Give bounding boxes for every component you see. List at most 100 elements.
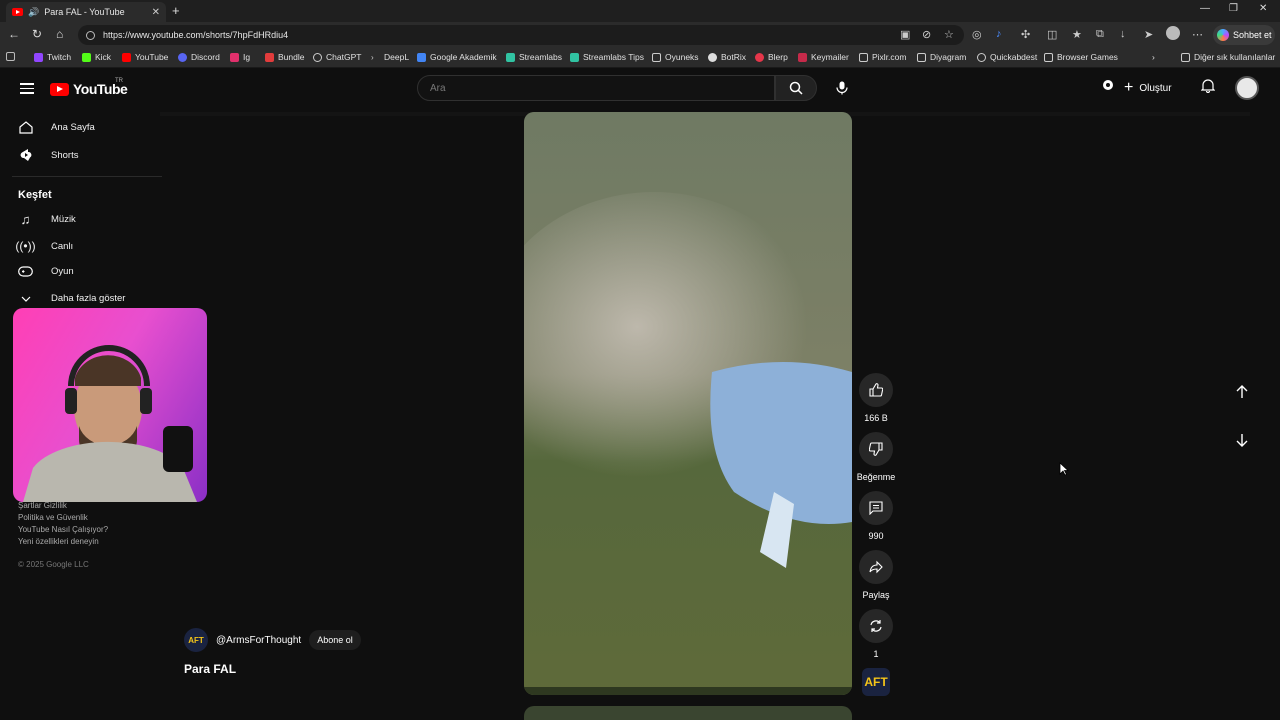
send-icon[interactable]: ➤	[1144, 28, 1153, 41]
studio-button[interactable]	[1101, 78, 1115, 92]
downloads-icon[interactable]: ↓	[1120, 28, 1126, 40]
dislike-button[interactable]: Beğenme	[856, 432, 896, 482]
minimize-icon[interactable]: —	[1200, 3, 1210, 14]
channel-handle[interactable]: @ArmsForThought	[216, 635, 301, 646]
sidebar-item-gaming[interactable]: Oyun	[18, 266, 74, 277]
shorts-video-player[interactable]	[524, 112, 852, 695]
voice-search-button[interactable]	[828, 74, 856, 102]
app-available-icon[interactable]: ▣	[900, 28, 910, 41]
footer-policy[interactable]: Politika ve Güvenlik	[18, 513, 88, 522]
bookmark-instagram[interactable]: Ig	[230, 52, 250, 62]
bookmarks-overflow-chevron-icon[interactable]: ›	[1152, 52, 1155, 62]
webcam-overlay	[13, 308, 207, 502]
share-icon	[869, 560, 883, 574]
notifications-button[interactable]	[1201, 78, 1215, 93]
footer-how-works[interactable]: YouTube Nasıl Çalışıyor?	[18, 525, 108, 534]
other-bookmarks-folder[interactable]: Diğer sık kullanılanlar	[1181, 52, 1275, 62]
country-code: TR	[115, 78, 123, 84]
address-bar[interactable]: https://www.youtube.com/shorts/7hpFdHRdi…	[78, 25, 964, 45]
dislike-circle[interactable]	[859, 432, 893, 466]
bookmark-pixlr[interactable]: Pixlr.com	[859, 52, 906, 62]
create-button[interactable]: + Oluştur	[1124, 76, 1172, 100]
bookmark-youtube[interactable]: YouTube	[122, 52, 168, 62]
remix-button[interactable]: 1	[856, 609, 896, 659]
bookmark-botrix[interactable]: BotRix	[708, 52, 746, 62]
close-window-icon[interactable]: ✕	[1259, 3, 1267, 14]
comments-circle[interactable]	[859, 491, 893, 525]
sidebar-item-label: Ana Sayfa	[51, 122, 95, 133]
new-tab-icon[interactable]: +	[172, 3, 180, 18]
remix-circle[interactable]	[859, 609, 893, 643]
microphone-icon	[836, 81, 848, 95]
explore-heading: Keşfet	[18, 189, 52, 201]
copilot-chat-button[interactable]: Sohbet et	[1213, 25, 1275, 45]
subscribe-button[interactable]: Abone ol	[309, 630, 361, 650]
bookmark-discord[interactable]: Discord	[178, 52, 220, 62]
reading-list-icon[interactable]	[6, 52, 15, 61]
plus-icon: +	[1124, 79, 1134, 96]
bookmark-keymailer[interactable]: Keymailer	[798, 52, 849, 62]
bookmark-quickabdest[interactable]: Quickabdest	[977, 52, 1037, 62]
bookmark-twitch[interactable]: Twitch	[34, 52, 71, 62]
bell-icon	[1201, 79, 1215, 93]
bookmark-oyuneks[interactable]: Oyuneks	[652, 52, 699, 62]
sidebar-item-live[interactable]: ((•)) Canlı	[15, 239, 73, 253]
share-circle[interactable]	[859, 550, 893, 584]
restore-icon[interactable]: ❐	[1229, 3, 1238, 14]
home-icon[interactable]: ⌂	[56, 27, 63, 41]
search-button[interactable]	[775, 75, 817, 101]
like-button[interactable]: 166 B	[856, 373, 896, 423]
bookmark-streamlabs[interactable]: Streamlabs	[506, 52, 562, 62]
sidebar-item-home[interactable]: Ana Sayfa	[18, 121, 95, 134]
split-screen-icon[interactable]: ◫	[1047, 28, 1057, 41]
remix-count: 1	[873, 649, 879, 659]
bookmark-diyagram[interactable]: Diyagram	[917, 52, 966, 62]
extension-game-icon[interactable]: ◎	[972, 28, 982, 41]
bookmark-google-akademik[interactable]: Google Akademik	[417, 52, 497, 62]
site-info-icon[interactable]	[86, 30, 95, 40]
favorite-star-icon[interactable]: ☆	[944, 28, 954, 41]
chevron-down-icon	[18, 296, 33, 302]
favorites-icon[interactable]: ★	[1072, 28, 1082, 41]
bookmark-deepl[interactable]: › DeepL	[371, 52, 409, 62]
more-menu-icon[interactable]: ⋯	[1192, 28, 1203, 41]
comment-icon	[869, 501, 883, 515]
search-icon	[789, 81, 803, 95]
bookmark-browser-games[interactable]: Browser Games	[1044, 52, 1118, 62]
like-circle[interactable]	[859, 373, 893, 407]
bookmark-bundle[interactable]: Bundle	[265, 52, 304, 62]
footer-copyright: © 2025 Google LLC	[18, 560, 89, 569]
next-short-preview[interactable]	[524, 706, 852, 720]
profile-icon[interactable]	[1166, 26, 1180, 40]
thumbs-up-icon	[869, 383, 883, 397]
channel-badge[interactable]: AFT	[184, 628, 208, 652]
close-tab-icon[interactable]: ✕	[152, 7, 160, 18]
menu-icon[interactable]	[20, 83, 34, 94]
search-input[interactable]	[418, 76, 774, 100]
browser-tab[interactable]: 🔊 Para FAL - YouTube ✕	[6, 2, 166, 22]
back-icon[interactable]: ←	[8, 27, 20, 41]
sidebar-show-more[interactable]: Daha fazla göster	[18, 293, 125, 304]
collections-icon[interactable]: ⧉	[1096, 28, 1104, 41]
refresh-icon[interactable]: ↻	[32, 27, 42, 41]
extensions-icon[interactable]: ✣	[1021, 28, 1030, 41]
bookmark-chatgpt[interactable]: ChatGPT	[313, 52, 361, 62]
copilot-icon	[1217, 29, 1229, 41]
bookmark-kick[interactable]: Kick	[82, 52, 111, 62]
previous-short-button[interactable]	[1228, 378, 1256, 406]
sidebar-item-music[interactable]: ♫ Müzik	[18, 212, 76, 227]
bookmark-blerp[interactable]: Blerp	[755, 52, 788, 62]
footer-terms-privacy[interactable]: Şartlar Gizlilik	[18, 501, 67, 510]
bookmark-streamlabs-tips[interactable]: Streamlabs Tips	[570, 52, 644, 62]
sidebar-item-shorts[interactable]: Shorts	[18, 148, 78, 162]
next-short-button[interactable]	[1228, 426, 1256, 454]
share-button[interactable]: Paylaş	[856, 550, 896, 600]
audio-playing-icon[interactable]: 🔊	[28, 7, 39, 18]
comments-button[interactable]: 990	[856, 491, 896, 541]
share-label: Paylaş	[862, 590, 890, 600]
channel-avatar[interactable]: AFT	[862, 668, 890, 696]
read-aloud-icon[interactable]: ♪	[996, 28, 1002, 40]
account-avatar[interactable]	[1235, 76, 1259, 100]
tracking-prevention-icon[interactable]: ⊘	[922, 28, 931, 41]
footer-new-features[interactable]: Yeni özellikleri deneyin	[18, 537, 99, 546]
